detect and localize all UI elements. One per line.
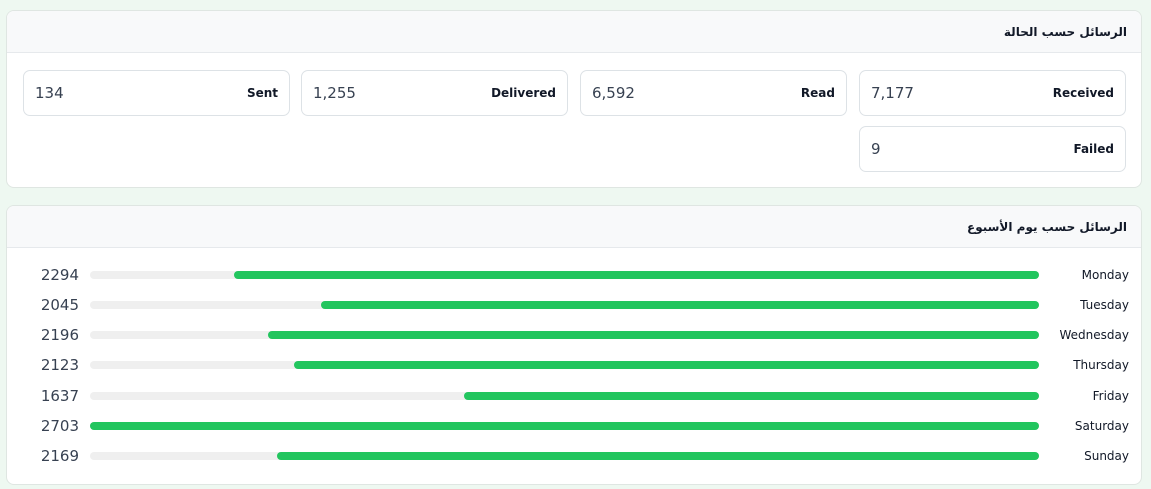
stat-received: 7,177 Received (859, 70, 1126, 116)
status-card: الرسائل حسب الحالة 7,177 Received 6,592 … (6, 10, 1142, 188)
day-row-monday: 2294 Monday (7, 265, 1141, 287)
day-row-friday: 1637 Friday (7, 386, 1141, 408)
stat-label: Sent (246, 86, 278, 100)
stat-value: 7,177 (871, 84, 914, 102)
stat-label: Received (1052, 86, 1114, 100)
day-bar-track (90, 331, 1039, 339)
weekday-card-title: الرسائل حسب يوم الأسبوع (967, 219, 1127, 234)
stat-value: 134 (35, 84, 64, 102)
day-label: Thursday (1073, 358, 1129, 372)
stat-label: Read (800, 86, 835, 100)
day-value: 2294 (40, 266, 79, 284)
day-bar-fill (293, 361, 1039, 369)
stat-delivered: 1,255 Delivered (301, 70, 568, 116)
day-row-sunday: 2169 Sunday (7, 446, 1141, 468)
day-row-saturday: 2703 Saturday (7, 416, 1141, 438)
day-row-wednesday: 2196 Wednesday (7, 325, 1141, 347)
day-bar-fill (321, 301, 1039, 309)
stat-label: Delivered (491, 86, 556, 100)
day-label: Monday (1081, 268, 1129, 282)
status-card-title: الرسائل حسب الحالة (1003, 24, 1127, 39)
day-bar-track (90, 361, 1039, 369)
day-bar-track (90, 422, 1039, 430)
day-bar-fill (277, 452, 1039, 460)
day-value: 2196 (40, 326, 79, 344)
day-label: Sunday (1084, 449, 1129, 463)
day-bar-track (90, 452, 1039, 460)
stat-value: 6,592 (592, 84, 635, 102)
stat-value: 9 (871, 140, 881, 158)
day-value: 2123 (40, 356, 79, 374)
day-bar-track (90, 392, 1039, 400)
day-bar-fill (464, 392, 1039, 400)
day-bar-fill (90, 422, 1039, 430)
stat-read: 6,592 Read (580, 70, 847, 116)
day-bar-track (90, 271, 1039, 279)
day-label: Saturday (1074, 419, 1129, 433)
day-bar-track (90, 301, 1039, 309)
weekday-card-header: الرسائل حسب يوم الأسبوع (7, 206, 1141, 248)
day-bar-fill (233, 271, 1039, 279)
weekday-card: الرسائل حسب يوم الأسبوع 2294 Monday 2045… (6, 205, 1142, 485)
day-row-tuesday: 2045 Tuesday (7, 295, 1141, 317)
status-card-header: الرسائل حسب الحالة (7, 11, 1141, 53)
stat-value: 1,255 (313, 84, 356, 102)
stat-label: Failed (1073, 142, 1114, 156)
day-bar-fill (268, 331, 1039, 339)
day-label: Friday (1092, 389, 1129, 403)
day-value: 1637 (40, 387, 79, 405)
stat-failed: 9 Failed (859, 126, 1126, 172)
stat-sent: 134 Sent (23, 70, 290, 116)
day-label: Wednesday (1059, 328, 1129, 342)
day-value: 2169 (40, 447, 79, 465)
day-value: 2703 (40, 417, 79, 435)
day-row-thursday: 2123 Thursday (7, 355, 1141, 377)
day-label: Tuesday (1080, 298, 1129, 312)
day-value: 2045 (40, 296, 79, 314)
